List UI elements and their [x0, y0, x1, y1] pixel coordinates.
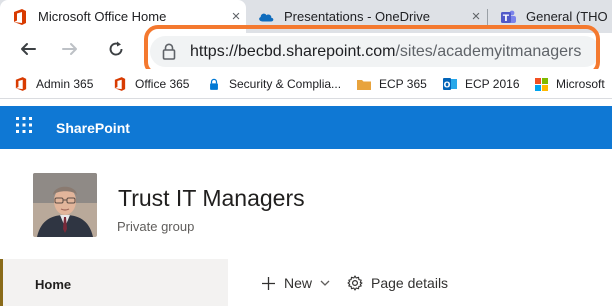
tab-title: Presentations - OneDrive: [284, 9, 430, 24]
site-subtitle: Private group: [117, 219, 195, 234]
page-details-label: Page details: [371, 275, 449, 291]
onedrive-icon: [258, 9, 274, 25]
bookmark-microsoft[interactable]: Microsoft: [534, 74, 605, 94]
app-launcher-button[interactable]: [0, 106, 48, 149]
bookmark-admin-365[interactable]: Admin 365: [14, 74, 93, 94]
site-title: Trust IT Managers: [118, 185, 305, 211]
tab-title: General (THO ICT: [526, 9, 612, 24]
arrow-left-icon: [19, 40, 37, 63]
bookmark-ecp-2016[interactable]: O ECP 2016: [443, 74, 520, 94]
svg-text:O: O: [444, 81, 451, 90]
page-details-button[interactable]: Page details: [346, 273, 448, 293]
microsoft-icon: [534, 77, 548, 91]
bookmark-ecp-365[interactable]: ECP 365: [357, 74, 427, 94]
app-name[interactable]: SharePoint: [56, 120, 130, 136]
office-icon: [12, 8, 28, 25]
bookmark-label: ECP 2016: [465, 77, 520, 91]
teams-icon: T: [500, 9, 516, 25]
command-bar: New Page details: [228, 259, 612, 306]
nav-item-home[interactable]: Home: [35, 277, 71, 292]
waffle-icon: [16, 117, 32, 138]
bookmark-label: Admin 365: [36, 77, 94, 91]
close-tab-icon[interactable]: ×: [466, 8, 486, 25]
plus-icon: [259, 274, 277, 292]
forward-button[interactable]: [55, 36, 85, 66]
reload-button[interactable]: [101, 36, 131, 66]
folder-icon: [357, 77, 371, 91]
site-header: Trust IT Managers Private group: [0, 149, 612, 259]
office-icon: [14, 77, 28, 91]
bookmark-label: ECP 365: [379, 77, 427, 91]
bookmark-security-compliance[interactable]: Security & Complia...: [207, 74, 341, 94]
reload-icon: [107, 40, 125, 63]
svg-text:T: T: [503, 14, 510, 24]
bookmark-label: Office 365: [135, 77, 190, 91]
new-label: New: [284, 275, 313, 291]
site-navigation: Home: [0, 259, 228, 306]
chevron-down-icon: [316, 274, 334, 292]
back-button[interactable]: [13, 36, 43, 66]
bookmarks-bar: Admin 365 Office 365 Security & Complia.…: [0, 69, 612, 99]
close-tab-icon[interactable]: ×: [226, 8, 246, 25]
gear-icon: [346, 274, 364, 292]
bookmark-label: Security & Complia...: [229, 77, 342, 91]
page-body: Home New Page details: [0, 259, 612, 306]
new-button[interactable]: New: [259, 273, 334, 293]
sharepoint-suite-bar: SharePoint: [0, 106, 612, 149]
tab-title: Microsoft Office Home: [38, 9, 167, 24]
lock-icon: [207, 77, 221, 91]
bookmark-office-365[interactable]: Office 365: [113, 74, 189, 94]
outlook-icon: O: [443, 77, 457, 91]
site-logo-avatar[interactable]: [33, 173, 97, 237]
bookmark-label: Microsoft: [556, 77, 605, 91]
office-icon: [113, 77, 127, 91]
arrow-right-icon: [61, 40, 79, 63]
